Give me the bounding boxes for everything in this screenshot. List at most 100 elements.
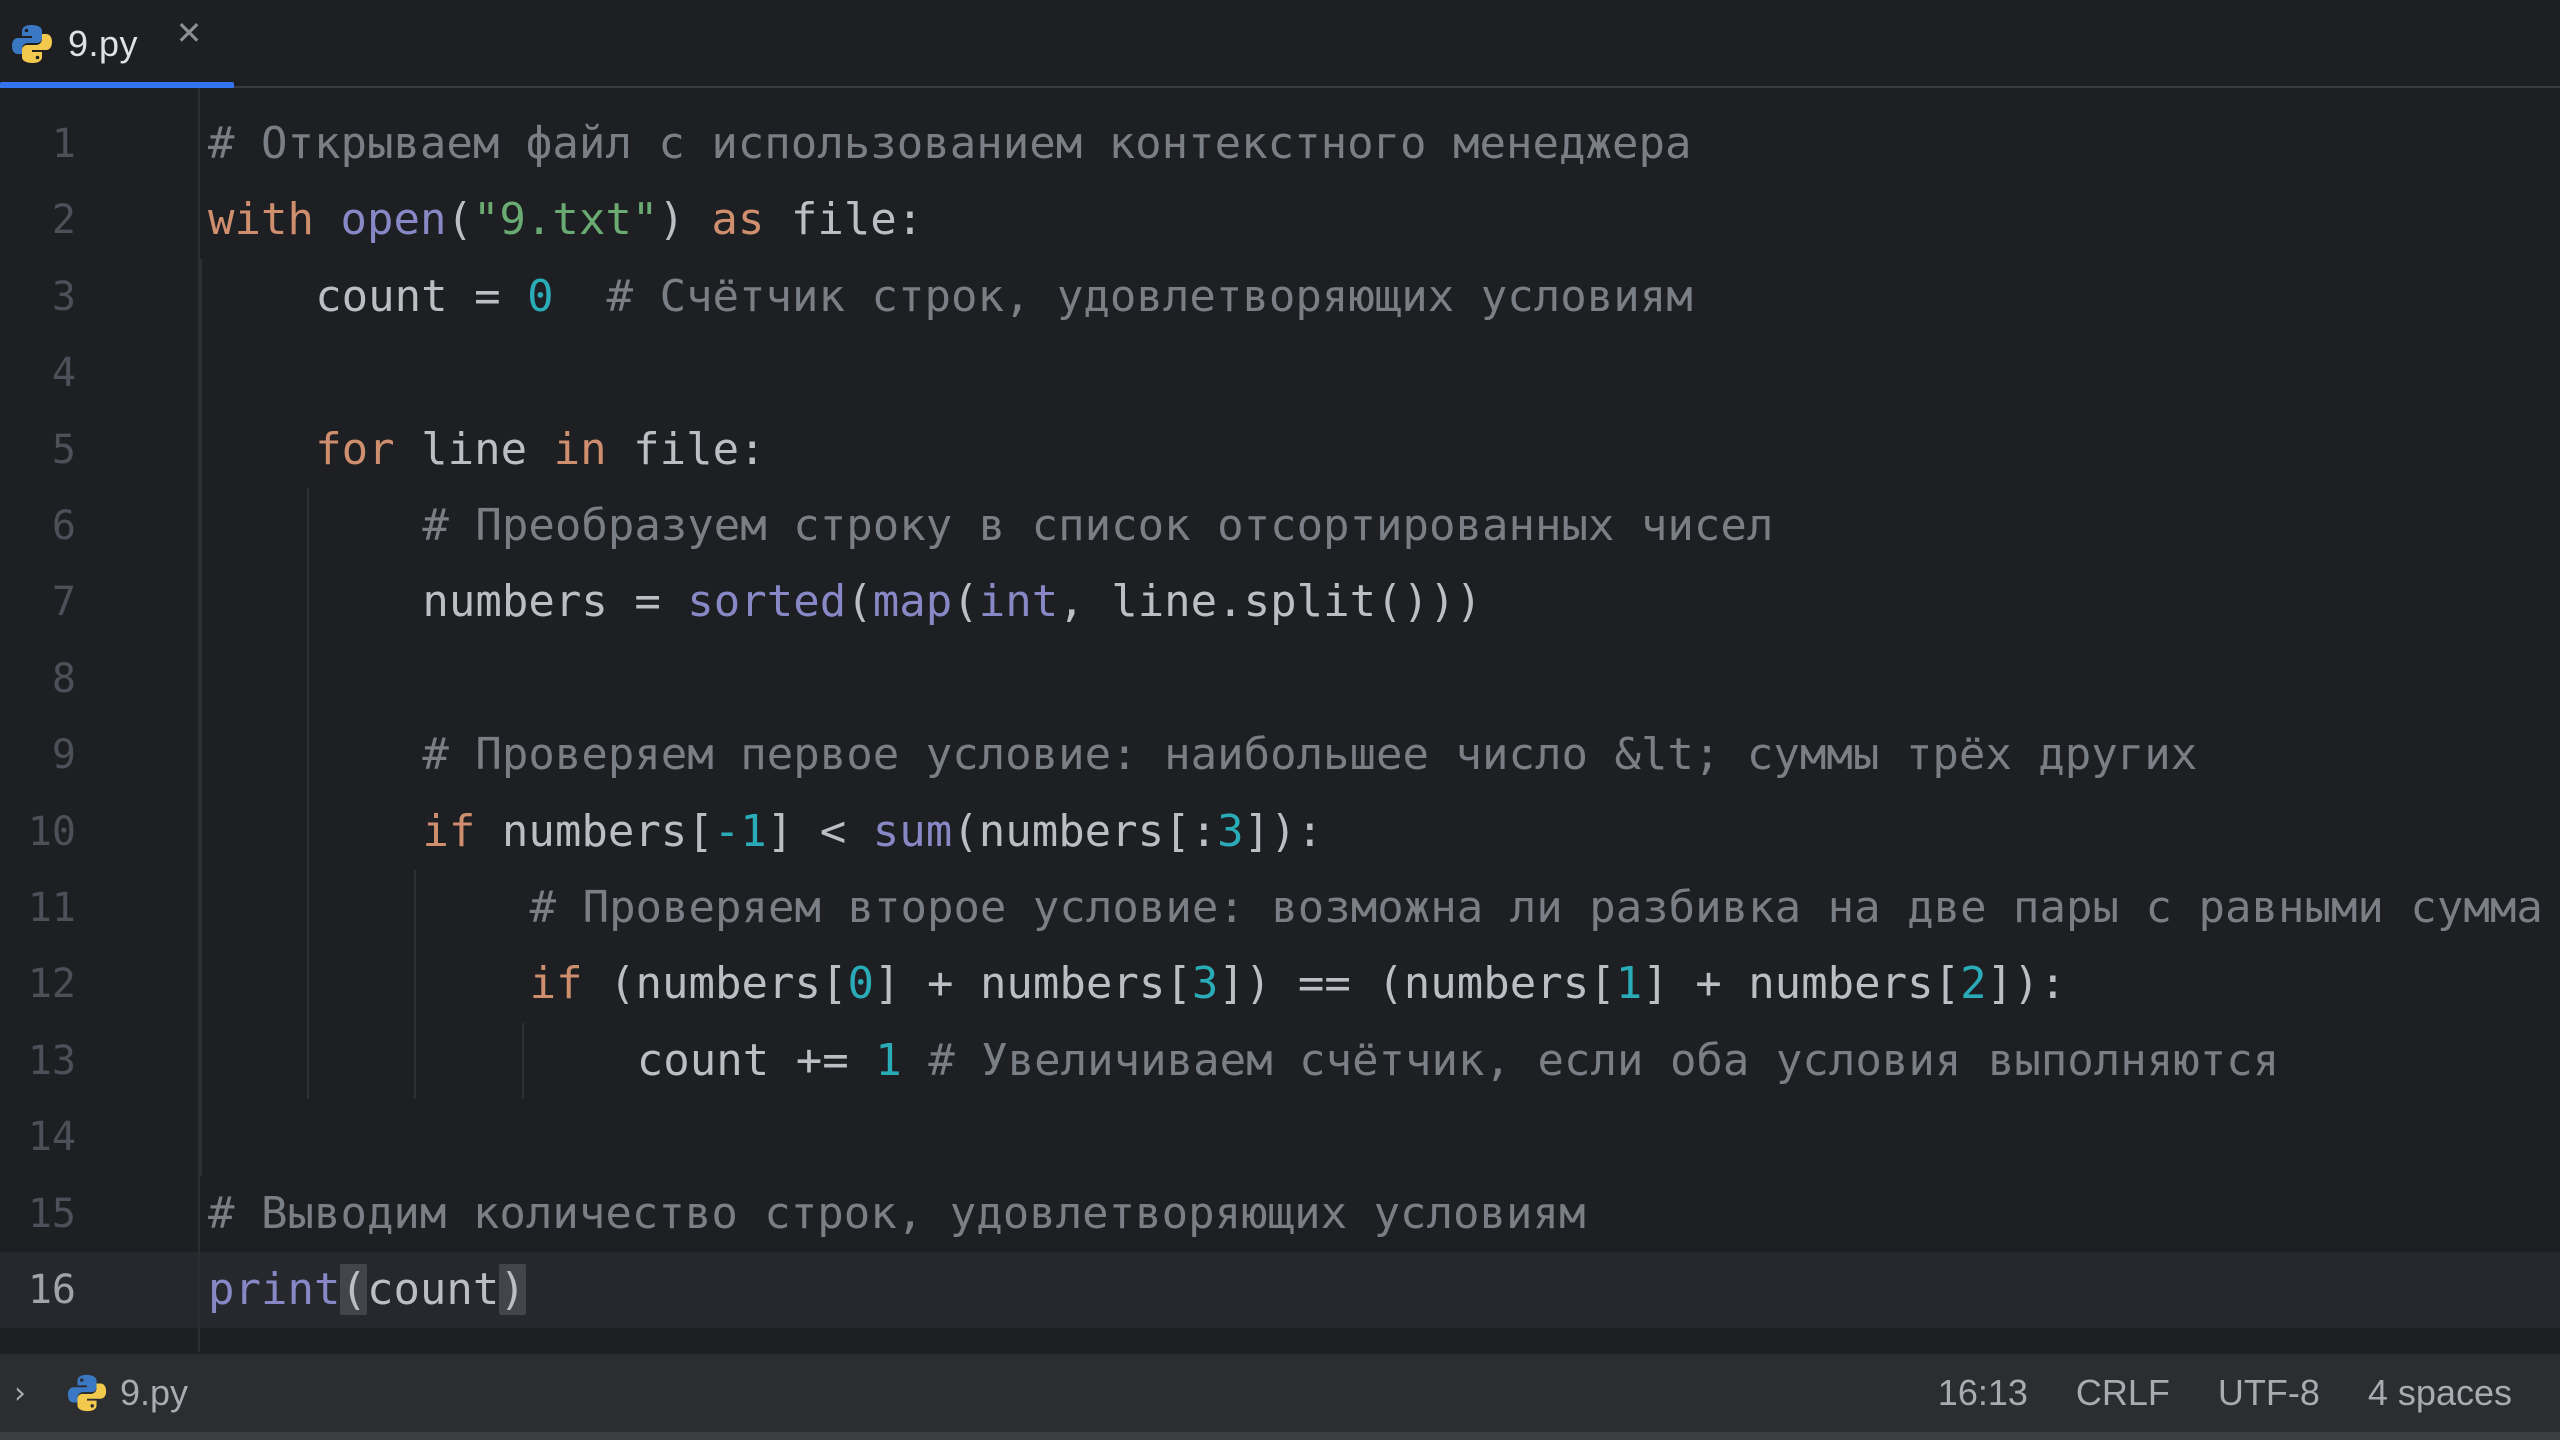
line-number[interactable]: 6 <box>0 488 76 564</box>
line-number-gutter[interactable]: 1 2 3 4 5 6 7 8 9 10 11 12 13 14 15 16 <box>0 88 200 1352</box>
code-line[interactable]: print(count) <box>208 1252 526 1328</box>
token-text: ( <box>952 576 979 628</box>
indent-guide <box>414 870 417 1100</box>
token-comment: # Проверяем второе условие: возможна ли … <box>529 882 2543 933</box>
token-number: 3 <box>1217 805 1244 857</box>
token-text: count = <box>315 270 528 322</box>
python-icon <box>67 1374 107 1412</box>
token-brace: ) <box>499 1264 526 1315</box>
token-comment: # Проверяем первое условие: наибольшее ч… <box>422 729 2198 781</box>
token-text: ]) == (numbers[ <box>1218 958 1616 1010</box>
token-kw: if <box>529 958 583 1010</box>
token-brace: ( <box>340 1264 367 1315</box>
token-builtin: int <box>978 576 1059 628</box>
caret-position[interactable]: 16:13 <box>1914 1372 2052 1414</box>
token-number: 1 <box>875 1034 902 1086</box>
line-number[interactable]: 13 <box>0 1023 76 1099</box>
code-line[interactable]: numbers = sorted(map(int, line.split())) <box>422 564 1482 640</box>
token-text: ] < <box>766 805 873 857</box>
token-kw: as <box>711 194 765 246</box>
line-number[interactable]: 12 <box>0 946 76 1022</box>
token-comment: # Преобразуем строку в список отсортиров… <box>422 500 1774 551</box>
chevron-right-icon[interactable]: › <box>14 1376 46 1411</box>
code-line[interactable]: # Проверяем второе условие: возможна ли … <box>530 870 2543 946</box>
code-line[interactable]: for line in file: <box>315 412 765 488</box>
breadcrumb-file-name[interactable]: 9.py <box>120 1372 188 1414</box>
token-comment: # Выводим количество строк, удовлетворяю… <box>208 1187 1586 1239</box>
token-text: ] + numbers[ <box>873 958 1192 1010</box>
token-builtin: open <box>340 194 447 246</box>
code-line[interactable]: with open("9.txt") as file: <box>208 182 923 258</box>
code-line[interactable]: # Открываем файл с использованием контек… <box>208 106 1691 182</box>
token-text: (numbers[: <box>952 805 1218 857</box>
status-bar: › 9.py 16:13 CRLF UTF-8 4 spaces <box>0 1352 2560 1432</box>
token-string: "9.txt" <box>472 194 659 246</box>
token-text: ]): <box>1243 805 1324 857</box>
token-text: numbers = <box>422 576 688 628</box>
line-number[interactable]: 8 <box>0 641 76 717</box>
token-text: numbers[ <box>475 805 714 857</box>
token-number: 1 <box>1615 958 1643 1010</box>
editor-tab-bar: 9.py ✕ <box>0 0 2560 90</box>
token-number: 3 <box>1191 958 1219 1010</box>
token-number: 0 <box>847 958 874 1010</box>
token-comment: # Открываем файл с использованием контек… <box>208 118 1692 169</box>
token-builtin: print <box>208 1264 341 1315</box>
line-number[interactable]: 15 <box>0 1176 76 1252</box>
tab-title: 9.py <box>68 23 139 64</box>
encoding-widget[interactable]: UTF-8 <box>2194 1372 2344 1414</box>
token-number: 2 <box>1960 958 1987 1010</box>
line-number[interactable]: 10 <box>0 794 76 870</box>
token-text: count += <box>636 1034 876 1086</box>
token-text: ( <box>446 194 473 246</box>
line-number[interactable]: 16 <box>0 1252 76 1328</box>
token-builtin: map <box>872 576 953 628</box>
indent-widget[interactable]: 4 spaces <box>2344 1372 2536 1414</box>
token-kw: for <box>315 423 395 475</box>
code-text-area[interactable]: # Открываем файл с использованием контек… <box>200 88 2560 1352</box>
token-text: ) <box>658 194 712 246</box>
code-line[interactable]: # Выводим количество строк, удовлетворяю… <box>208 1176 1586 1252</box>
token-kw: if <box>422 805 476 857</box>
code-line[interactable]: if numbers[-1] < sum(numbers[:3]): <box>422 794 1323 870</box>
line-separator-widget[interactable]: CRLF <box>2052 1372 2194 1414</box>
line-number[interactable]: 5 <box>0 412 76 488</box>
code-line[interactable]: if (numbers[0] + numbers[3]) == (numbers… <box>530 946 2067 1022</box>
line-number[interactable]: 3 <box>0 259 76 335</box>
window-bottom-edge <box>0 1432 2560 1440</box>
token-kw: in <box>553 423 607 475</box>
token-comment: # Увеличиваем счётчик, если оба условия … <box>928 1034 2280 1086</box>
line-number[interactable]: 4 <box>0 335 76 411</box>
line-number[interactable]: 7 <box>0 564 76 640</box>
code-line[interactable]: count += 1 # Увеличиваем счётчик, если о… <box>637 1023 2279 1099</box>
code-line[interactable]: # Проверяем первое условие: наибольшее ч… <box>422 717 2197 793</box>
tab-9-py[interactable]: 9.py ✕ <box>0 0 234 90</box>
token-text: file: <box>606 423 766 475</box>
status-widgets: 16:13 CRLF UTF-8 4 spaces <box>1914 1372 2560 1414</box>
token-text: , line.split())) <box>1058 576 1483 628</box>
python-icon <box>12 25 52 63</box>
token-text: ] + numbers[ <box>1642 958 1961 1010</box>
indent-guide <box>200 258 202 1176</box>
token-text: file: <box>764 194 924 246</box>
token-kw: with <box>208 194 314 246</box>
indent-guide <box>307 488 310 1100</box>
ide-window: 9.py ✕ 1 2 3 4 5 6 7 8 9 10 11 12 13 14 15 16 # Открыва… <box>0 0 2560 1440</box>
token-text: ]): <box>1986 958 2067 1010</box>
line-number[interactable]: 11 <box>0 870 76 946</box>
code-line[interactable]: # Преобразуем строку в список отсортиров… <box>422 488 1773 564</box>
line-number[interactable]: 14 <box>0 1099 76 1175</box>
token-number: 0 <box>527 270 554 322</box>
code-line[interactable]: count = 0 # Счётчик строк, удовлетворяющ… <box>315 259 1693 335</box>
code-editor[interactable]: 1 2 3 4 5 6 7 8 9 10 11 12 13 14 15 16 # Открываем файл… <box>0 88 2560 1352</box>
indent-guide <box>521 1022 524 1100</box>
line-number[interactable]: 2 <box>0 182 76 258</box>
line-number[interactable]: 1 <box>0 106 76 182</box>
close-icon[interactable]: ✕ <box>172 16 206 50</box>
line-number[interactable]: 9 <box>0 717 76 793</box>
token-comment: # Счётчик строк, удовлетворяющих условия… <box>606 270 1693 322</box>
token-text: (numbers[ <box>582 958 848 1010</box>
token-text: count <box>366 1264 500 1315</box>
